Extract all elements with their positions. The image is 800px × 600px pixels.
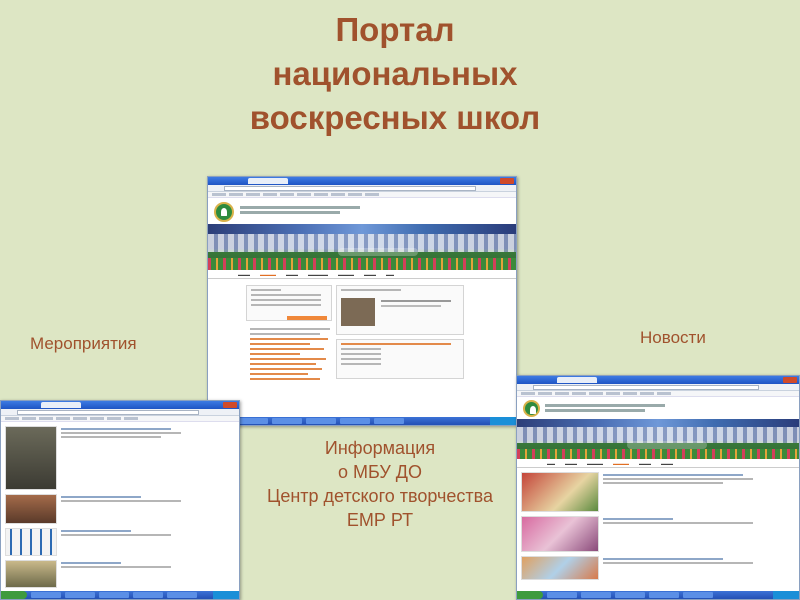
schools-list (246, 325, 332, 415)
list-item (521, 472, 795, 512)
address-bar (517, 384, 799, 391)
main-portal-screenshot: ▬▬▬ ▬▬▬▬ ▬▬▬ ▬▬▬▬▬ ▬▬▬▬ ▬▬▬ ▬▬ (207, 176, 517, 426)
search-form-panel (246, 285, 332, 321)
info-text: Информация о МБУ ДО Центр детского творч… (235, 436, 525, 532)
browser-titlebar (517, 376, 799, 384)
close-icon (783, 377, 797, 383)
list-item (5, 560, 235, 588)
slide-title: Портал национальных воскресных школ (150, 8, 640, 140)
site-menu: ▬▬ ▬▬▬ ▬▬▬▬ ▬▬▬▬ ▬▬▬ ▬▬▬ (517, 459, 799, 468)
browser-tab (248, 178, 288, 184)
title-line-3: воскресных школ (249, 99, 541, 136)
info-panel (336, 285, 464, 335)
list-item (5, 494, 235, 524)
windows-taskbar (208, 417, 516, 425)
green-crest-icon (214, 202, 234, 222)
browser-titlebar (1, 401, 239, 409)
windows-taskbar (1, 591, 239, 599)
site-banner (208, 224, 516, 270)
info-line-1: Информация (324, 438, 436, 458)
page-content (208, 281, 516, 417)
windows-taskbar (517, 591, 799, 599)
tabs-panel (336, 339, 464, 379)
title-line-2: национальных (272, 55, 518, 92)
events-screenshot (0, 400, 240, 600)
favorites-bar (1, 416, 239, 422)
green-crest-icon (523, 400, 540, 417)
list-item (5, 528, 235, 556)
news-screenshot: ▬▬ ▬▬▬ ▬▬▬▬ ▬▬▬▬ ▬▬▬ ▬▬▬ (516, 375, 800, 600)
info-line-2: о МБУ ДО (337, 462, 423, 482)
address-bar (1, 409, 239, 416)
info-line-3: Центр детского творчества (267, 486, 493, 506)
address-bar (208, 185, 516, 192)
site-menu: ▬▬▬ ▬▬▬▬ ▬▬▬ ▬▬▬▬▬ ▬▬▬▬ ▬▬▬ ▬▬ (208, 270, 516, 279)
events-list (1, 426, 239, 588)
close-icon (223, 402, 237, 408)
close-icon (500, 178, 514, 184)
list-item (521, 516, 795, 552)
title-line-1: Портал (335, 11, 455, 48)
news-label: Новости (640, 328, 706, 347)
site-header (208, 198, 516, 224)
site-header (517, 397, 799, 419)
list-item (521, 556, 795, 580)
browser-titlebar (208, 177, 516, 185)
news-list (517, 472, 799, 580)
site-banner (517, 419, 799, 459)
info-line-4: ЕМР РТ (346, 510, 414, 530)
list-item (5, 426, 235, 490)
events-label: Мероприятия (30, 334, 137, 353)
